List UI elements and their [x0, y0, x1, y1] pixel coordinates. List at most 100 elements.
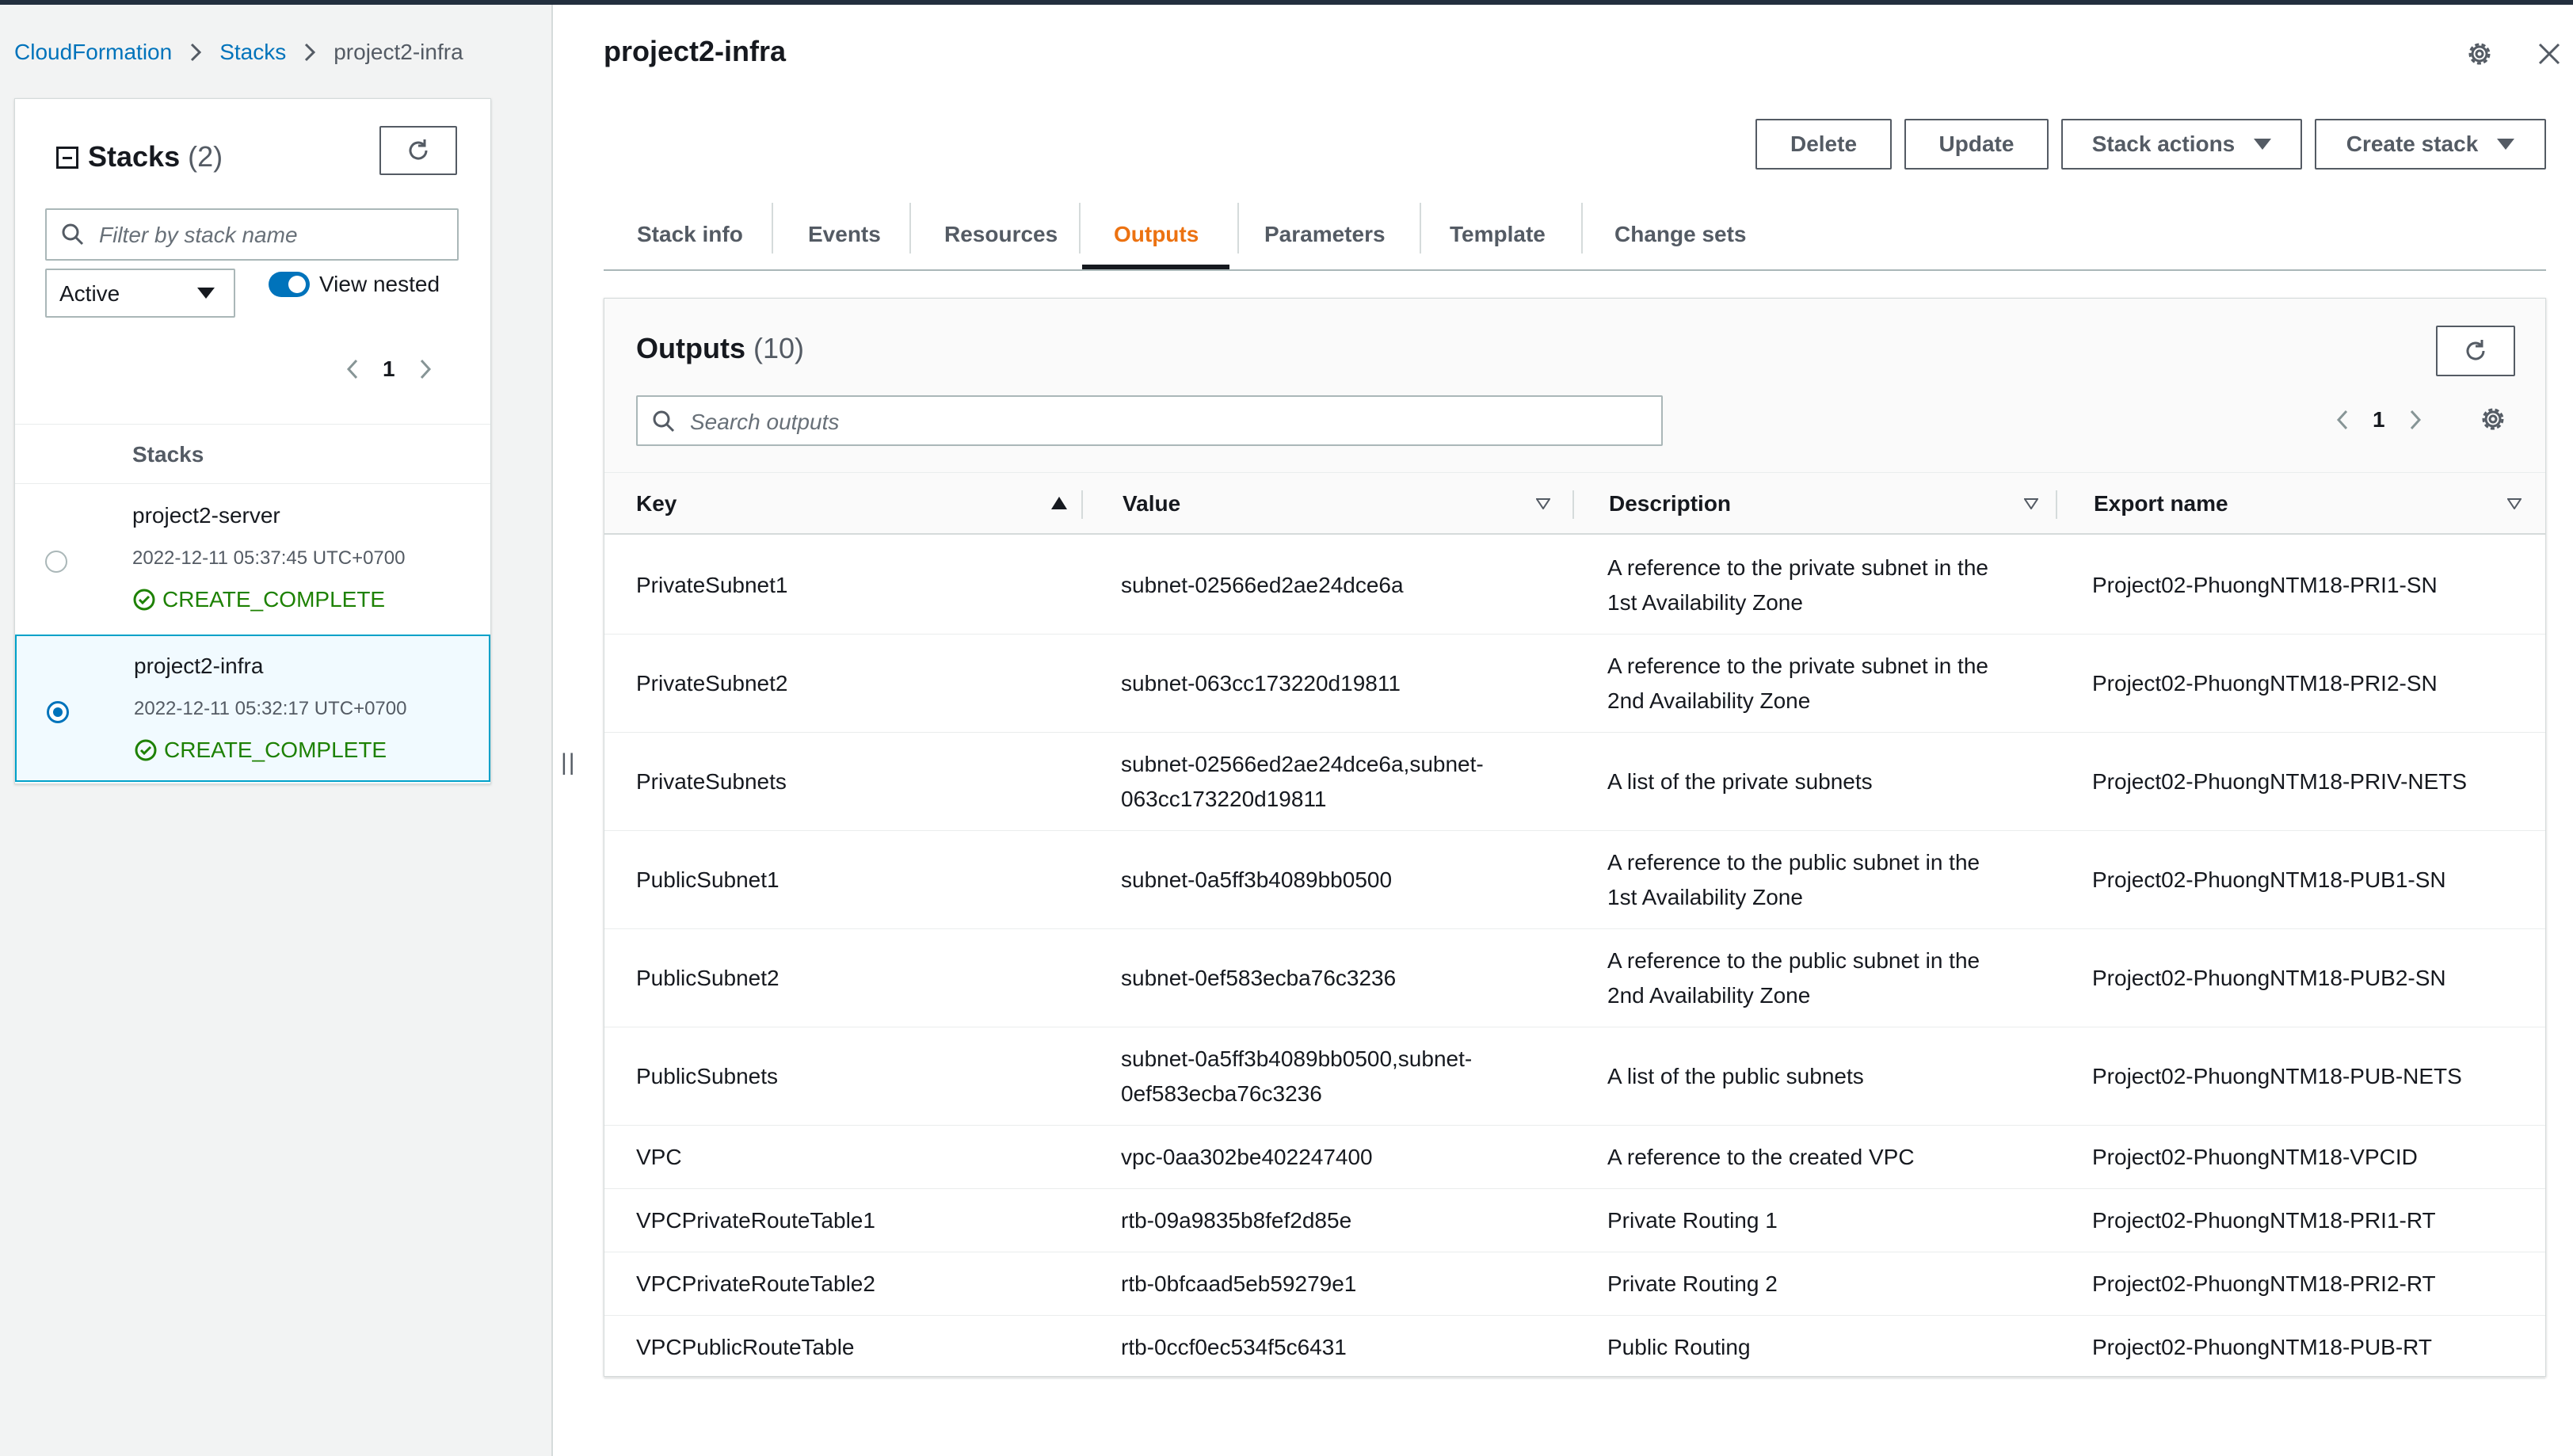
column-header-key[interactable]: Key [636, 473, 677, 535]
cell-text: A list of the public subnets [1607, 1063, 1864, 1088]
cell-value: rtb-0ccf0ec534f5c6431 [1121, 1316, 1565, 1378]
search-outputs-input[interactable]: Search outputs [636, 395, 1663, 446]
stack-name: project2-infra [134, 654, 264, 678]
success-check-icon [133, 589, 155, 611]
cell-text: rtb-09a9835b8fef2d85e [1121, 1207, 1352, 1233]
chevron-left-icon[interactable] [2335, 406, 2350, 433]
stack-status-text: CREATE_COMPLETE [164, 738, 387, 762]
breadcrumb-cloudformation-link[interactable]: CloudFormation [14, 40, 172, 65]
cell-value: subnet-0a5ff3b4089bb0500 [1121, 831, 1565, 928]
cell-description: Private Routing 2 [1607, 1252, 2051, 1315]
stacks-page-number[interactable]: 1 [383, 356, 395, 382]
settings-gear-icon[interactable] [2479, 405, 2507, 433]
refresh-icon [2466, 340, 2485, 360]
cell-text: VPCPrivateRouteTable2 [636, 1271, 875, 1296]
cell-text: PrivateSubnet1 [636, 572, 788, 597]
stack-item-project2-infra[interactable]: project2-infra 2022-12-11 05:32:17 UTC+0… [15, 635, 490, 782]
cell-text: PrivateSubnets [636, 768, 787, 794]
breadcrumb-stacks-link[interactable]: Stacks [219, 40, 286, 65]
search-icon [653, 410, 675, 433]
update-button[interactable]: Update [1904, 119, 2049, 170]
search-outputs-placeholder: Search outputs [690, 410, 840, 434]
cell-export-name: Project02-PhuongNTM18-PRI1-SN [2092, 536, 2536, 634]
cell-text: Private Routing 1 [1607, 1207, 1778, 1233]
stacks-column-label: Stacks [132, 442, 204, 467]
stack-radio-button[interactable] [45, 551, 67, 573]
cell-description: A list of the public subnets [1607, 1027, 2051, 1125]
create-stack-button[interactable]: Create stack [2315, 119, 2546, 170]
stack-status-select[interactable]: Active [45, 269, 235, 318]
drag-handle-icon[interactable]: || [561, 749, 577, 776]
cell-text: vpc-0aa302be402247400 [1121, 1144, 1373, 1169]
cell-export-name: Project02-PhuongNTM18-PRI1-RT [2092, 1189, 2536, 1252]
stack-created-date: 2022-12-11 05:37:45 UTC+0700 [132, 547, 406, 569]
tab-stack-info[interactable]: Stack info [637, 214, 743, 255]
sort-ascending-icon[interactable] [1051, 497, 1067, 509]
column-header-export-name[interactable]: Export name [2094, 473, 2228, 535]
view-nested-toggle[interactable] [269, 272, 310, 297]
cell-text: subnet-0a5ff3b4089bb0500,subnet- [1121, 1046, 1473, 1071]
stack-status: CREATE_COMPLETE [132, 587, 385, 612]
sort-filter-icon[interactable] [2507, 498, 2522, 509]
chevron-left-icon[interactable] [345, 356, 360, 383]
cell-text: Project02-PhuongNTM18-PUB2-SN [2092, 965, 2446, 990]
stack-actions-button[interactable]: Stack actions [2061, 119, 2302, 170]
table-row: PublicSubnets subnet-0a5ff3b4089bb0500,su… [604, 1027, 2545, 1126]
search-icon [62, 223, 84, 246]
cell-value: subnet-02566ed2ae24dce6a [1121, 536, 1565, 634]
chevron-right-icon[interactable] [417, 356, 433, 383]
stack-item-project2-server[interactable]: project2-server 2022-12-11 05:37:45 UTC+… [15, 486, 490, 633]
outputs-page-number[interactable]: 1 [2373, 407, 2385, 433]
cell-description: Public Routing [1607, 1316, 2051, 1378]
column-header-description[interactable]: Description [1609, 473, 1731, 535]
cell-text: Project02-PhuongNTM18-PRIV-NETS [2092, 768, 2468, 794]
stacks-count: (2) [188, 140, 223, 173]
tab-change-sets[interactable]: Change sets [1614, 214, 1747, 255]
delete-button[interactable]: Delete [1755, 119, 1892, 170]
stack-radio-button-selected[interactable] [47, 701, 69, 723]
cell-export-name: Project02-PhuongNTM18-PRI2-RT [2092, 1252, 2536, 1315]
cell-text: A reference to the public subnet in the [1607, 947, 1980, 973]
cell-text: VPCPrivateRouteTable1 [636, 1207, 875, 1233]
column-divider [2056, 490, 2057, 519]
column-header-value[interactable]: Value [1123, 473, 1180, 535]
tab-divider [1581, 203, 1583, 253]
chevron-right-icon[interactable] [2407, 406, 2423, 433]
tab-template[interactable]: Template [1450, 214, 1546, 255]
cell-text: subnet-0ef583ecba76c3236 [1121, 965, 1397, 990]
breadcrumb: CloudFormation Stacks project2-infra [14, 40, 463, 65]
cell-description: A reference to the public subnet in the 2… [1607, 929, 2051, 1027]
cell-text: A reference to the public subnet in the [1607, 849, 1980, 875]
tab-events[interactable]: Events [808, 214, 881, 255]
cell-key: PrivateSubnet1 [636, 536, 1080, 634]
cell-value: vpc-0aa302be402247400 [1121, 1126, 1565, 1188]
sort-filter-icon[interactable] [1536, 498, 1550, 509]
cell-text: Project02-PhuongNTM18-PUB-NETS [2092, 1063, 2462, 1088]
cell-text: 1st Availability Zone [1607, 589, 1803, 615]
refresh-icon [409, 139, 428, 160]
caret-down-icon [197, 288, 215, 299]
sort-filter-icon[interactable] [2024, 498, 2038, 509]
create-stack-label: Create stack [2346, 131, 2479, 156]
tab-parameters[interactable]: Parameters [1264, 214, 1386, 255]
filter-by-stack-name-input[interactable]: Filter by stack name [45, 208, 459, 261]
outputs-title-label: Outputs [636, 332, 745, 364]
outputs-table-card: Outputs (10) Search outputs 1 Key Value … [604, 298, 2546, 1379]
outputs-refresh-button[interactable] [2436, 326, 2515, 376]
cell-value: subnet-0a5ff3b4089bb0500,subnet- 0ef583ec… [1121, 1027, 1565, 1125]
stack-detail-tabs: Stack info Events Resources Outputs Para… [604, 198, 2546, 271]
tab-resources[interactable]: Resources [944, 214, 1058, 255]
cell-key: PublicSubnet1 [636, 831, 1080, 928]
close-icon[interactable] [2537, 41, 2562, 67]
table-row: VPCPublicRouteTable rtb-0ccf0ec534f5c6431… [604, 1316, 2545, 1379]
stacks-refresh-button[interactable] [379, 126, 457, 175]
cell-key: VPCPrivateRouteTable1 [636, 1189, 1080, 1252]
cell-text: subnet-0a5ff3b4089bb0500 [1121, 867, 1393, 892]
page-title: project2-infra [604, 35, 787, 67]
tab-outputs[interactable]: Outputs [1114, 214, 1199, 255]
collapse-icon[interactable] [56, 147, 78, 169]
cell-text: Project02-PhuongNTM18-PUB1-SN [2092, 867, 2446, 892]
settings-gear-icon[interactable] [2465, 40, 2494, 68]
cell-text: subnet-02566ed2ae24dce6a,subnet- [1121, 751, 1484, 776]
cell-text: 2nd Availability Zone [1607, 982, 1811, 1008]
